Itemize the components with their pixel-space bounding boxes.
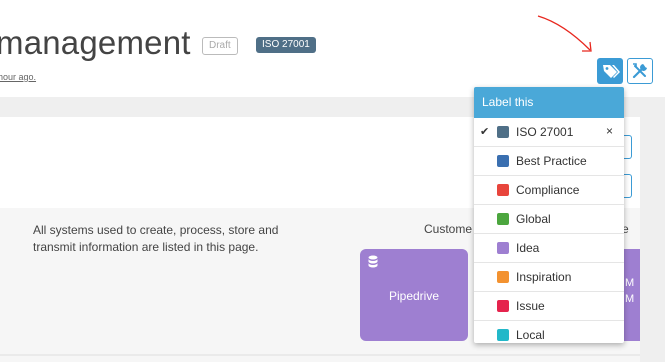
label-option-global[interactable]: Global <box>474 205 624 234</box>
label-option-local[interactable]: Local <box>474 321 624 343</box>
systems-description: All systems used to create, process, sto… <box>33 223 279 254</box>
checkmark-icon: ✔ <box>480 126 490 138</box>
label-color-swatch <box>497 271 509 283</box>
iso-label-badge[interactable]: ISO 27001 <box>256 37 316 53</box>
label-color-swatch <box>497 184 509 196</box>
label-color-swatch <box>497 300 509 312</box>
tag-icon <box>603 65 620 78</box>
partial-card-letter: M <box>625 293 635 305</box>
label-option-text: Local <box>516 328 545 342</box>
partial-card-letter: M <box>625 277 635 289</box>
tools-icon <box>632 63 647 79</box>
remove-label-icon[interactable]: × <box>606 124 613 138</box>
last-updated-link[interactable]: hour ago. <box>0 72 36 82</box>
column-heading-customer: Custome <box>424 222 473 236</box>
label-option-text: Issue <box>516 299 545 313</box>
label-dropdown: Label this ✔ ISO 27001 × Best Practice C… <box>474 87 624 343</box>
annotation-arrow <box>537 15 592 52</box>
system-card-label: Pipedrive <box>388 289 440 303</box>
database-icon <box>368 255 378 268</box>
label-option-text: Inspiration <box>516 270 572 284</box>
label-option-text: Compliance <box>516 183 580 197</box>
label-option-text: Global <box>516 212 551 226</box>
page-title: management <box>0 24 191 61</box>
label-option-text: ISO 27001 <box>516 125 574 139</box>
tools-button[interactable] <box>627 58 653 84</box>
system-card-pipedrive[interactable]: Pipedrive <box>360 249 468 341</box>
section-divider <box>0 354 640 356</box>
label-color-swatch <box>497 126 509 138</box>
label-option-iso-27001[interactable]: ✔ ISO 27001 × <box>474 118 624 147</box>
label-option-text: Best Practice <box>516 154 587 168</box>
label-option-text: Idea <box>516 241 540 255</box>
dropdown-header: Label this <box>474 87 624 118</box>
label-option-inspiration[interactable]: Inspiration <box>474 263 624 292</box>
label-color-swatch <box>497 155 509 167</box>
label-tag-button[interactable] <box>597 58 623 84</box>
label-color-swatch <box>497 329 509 341</box>
label-option-issue[interactable]: Issue <box>474 292 624 321</box>
label-option-compliance[interactable]: Compliance <box>474 176 624 205</box>
label-option-best-practice[interactable]: Best Practice <box>474 147 624 176</box>
label-color-swatch <box>497 213 509 225</box>
label-color-swatch <box>497 242 509 254</box>
draft-badge: Draft <box>202 37 238 55</box>
label-option-idea[interactable]: Idea <box>474 234 624 263</box>
